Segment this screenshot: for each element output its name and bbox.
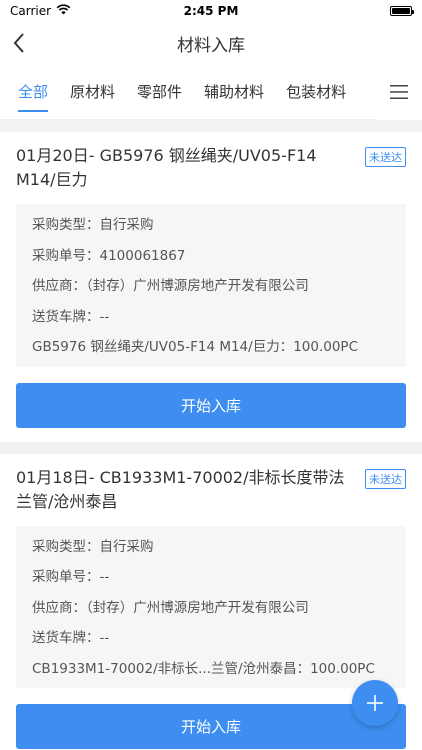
- chevron-left-icon: [13, 33, 24, 53]
- status-badge: 未送达: [365, 147, 406, 167]
- tab-packaging-materials[interactable]: 包装材料: [286, 64, 346, 120]
- battery-icon: [390, 6, 414, 16]
- tab-all[interactable]: 全部: [18, 64, 49, 120]
- order-title: 01月20日- GB5976 钢丝绳夹/UV05-F14 M14/巨力: [16, 146, 317, 189]
- category-tabs: 全部 原材料 零部件 辅助材料 包装材料: [0, 64, 422, 120]
- page-title: 材料入库: [177, 35, 245, 56]
- tab-raw-materials[interactable]: 原材料: [70, 64, 115, 120]
- item-quantity: GB5976 钢丝绳夹/UV05-F14 M14/巨力：100.00PC: [32, 339, 358, 355]
- back-button[interactable]: [12, 22, 42, 64]
- purchase-type: 采购类型：自行采购: [32, 217, 154, 233]
- menu-icon: [390, 85, 408, 99]
- carrier-label: Carrier: [10, 4, 52, 18]
- wifi-icon: [56, 4, 71, 18]
- supplier: 供应商：（封存）广州博源房地产开发有限公司: [32, 278, 309, 294]
- order-details: 采购类型：自行采购 采购单号：-- 供应商：（封存）广州博源房地产开发有限公司 …: [16, 525, 406, 688]
- supplier: 供应商：（封存）广州博源房地产开发有限公司: [32, 599, 309, 616]
- tab-menu-button[interactable]: [376, 64, 422, 120]
- status-left: Carrier: [10, 4, 71, 18]
- tab-auxiliary-materials[interactable]: 辅助材料: [204, 64, 264, 120]
- purchase-number: 采购单号：--: [32, 569, 110, 585]
- order-details: 采购类型：自行采购 采购单号：4100061867 供应商：（封存）广州博源房地…: [16, 204, 406, 367]
- status-bar: Carrier 2:45 PM: [0, 0, 422, 22]
- item-quantity: CB1933M1-70002/非标长...兰管/沧州泰昌：100.00PC: [32, 660, 375, 677]
- purchase-number: 采购单号：4100061867: [32, 247, 186, 264]
- card-header: 01月20日- GB5976 钢丝绳夹/UV05-F14 M14/巨力 未送达: [16, 144, 406, 192]
- add-button[interactable]: [352, 680, 398, 726]
- delivery-plate: 送货车牌：--: [32, 630, 110, 646]
- card-header: 01月18日- CB1933M1-70002/非标长度带法兰管/沧州泰昌 未送达: [16, 466, 406, 514]
- delivery-plate: 送货车牌：--: [32, 308, 110, 325]
- nav-bar: 材料入库: [0, 22, 422, 64]
- plus-icon: [367, 695, 383, 711]
- status-time: 2:45 PM: [183, 4, 239, 18]
- order-card: 01月20日- GB5976 钢丝绳夹/UV05-F14 M14/巨力 未送达 …: [0, 132, 422, 442]
- purchase-type: 采购类型：自行采购: [32, 538, 154, 555]
- tab-parts[interactable]: 零部件: [137, 64, 182, 120]
- start-warehousing-button[interactable]: 开始入库: [16, 382, 406, 428]
- start-warehousing-button[interactable]: 开始入库: [16, 704, 406, 749]
- order-title: 01月18日- CB1933M1-70002/非标长度带法兰管/沧州泰昌: [16, 467, 345, 511]
- status-badge: 未送达: [365, 468, 406, 489]
